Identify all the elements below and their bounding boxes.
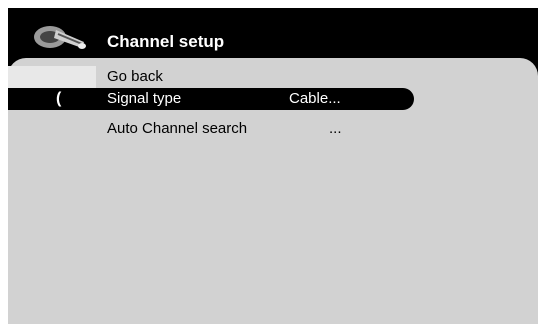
page-title: Channel setup — [107, 32, 225, 51]
tv-osd-window: Channel setup ( Go back Signal type Cabl… — [8, 8, 538, 324]
menu-item-value: Cable... — [289, 90, 341, 107]
menu-item-label: Go back — [107, 68, 163, 85]
menu-item-auto-channel-search[interactable]: Auto Channel search ... — [8, 118, 538, 140]
menu-item-value: ... — [329, 120, 342, 137]
menu-item-label: Signal type — [107, 90, 182, 107]
menu-item-label: Auto Channel search — [107, 120, 248, 137]
header: Channel setup — [8, 8, 538, 58]
menu-item-go-back[interactable]: Go back — [8, 66, 538, 88]
menu-item-signal-type[interactable]: Signal type Cable... — [8, 88, 538, 110]
channel-setup-icon — [34, 26, 86, 49]
